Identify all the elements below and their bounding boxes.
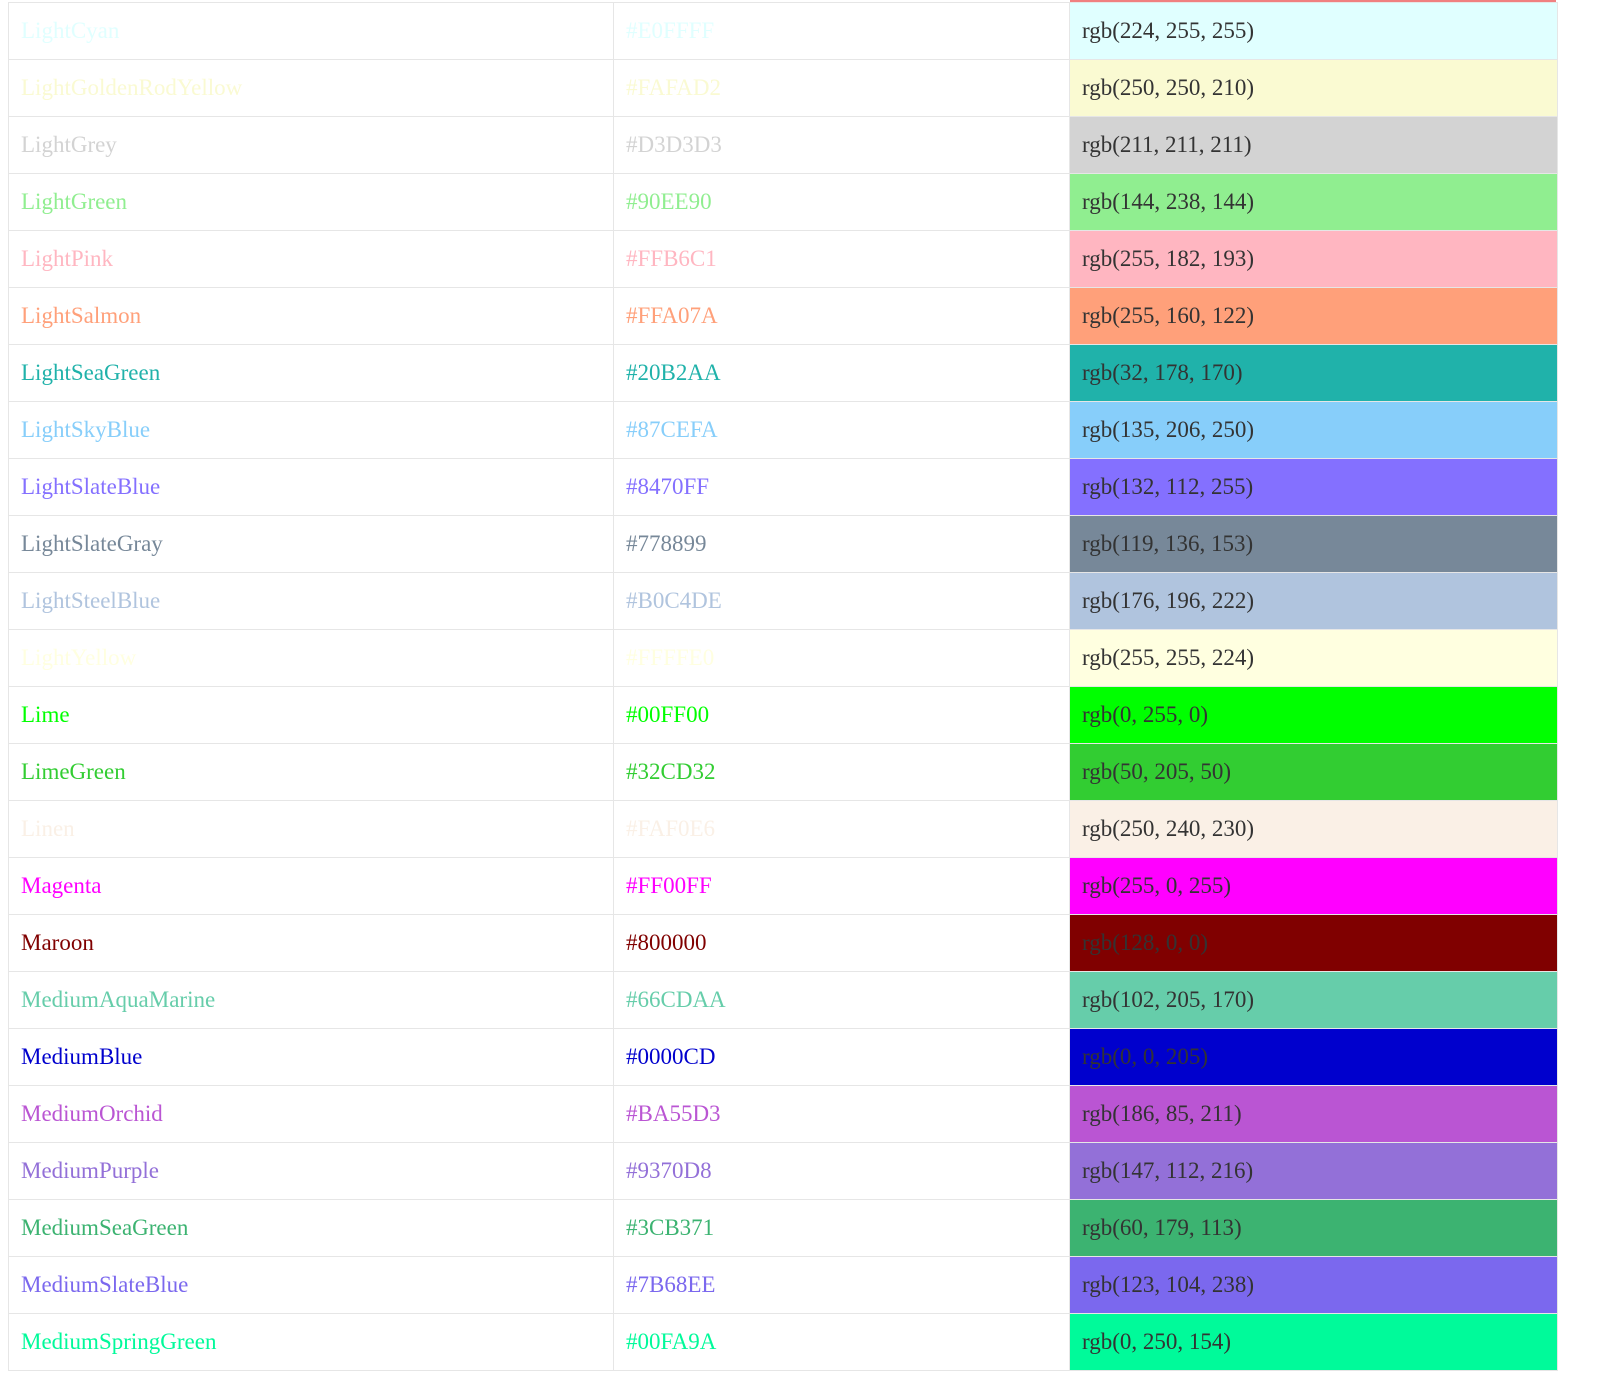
color-table-body: LightCyan #E0FFFF rgb(224, 255, 255) LightG… — [8, 2, 1558, 1371]
table-row: LightSkyBlue #87CEFA rgb(135, 206, 250) — [8, 401, 1558, 459]
color-rgb-swatch-cell: rgb(255, 0, 255) — [1069, 857, 1558, 915]
table-row: MediumAquaMarine #66CDAA rgb(102, 205, 170… — [8, 971, 1558, 1029]
table-row: MediumSeaGreen #3CB371 rgb(60, 179, 113) — [8, 1199, 1558, 1257]
color-rgb-swatch-cell: rgb(250, 240, 230) — [1069, 800, 1558, 858]
color-name-cell: LightPink — [8, 230, 614, 288]
color-name-cell: LightSkyBlue — [8, 401, 614, 459]
color-hex-cell: #66CDAA — [613, 971, 1070, 1029]
color-hex-cell: #0000CD — [613, 1028, 1070, 1086]
color-name-cell: LimeGreen — [8, 743, 614, 801]
color-name-cell: MediumPurple — [8, 1142, 614, 1200]
color-name-cell: MediumOrchid — [8, 1085, 614, 1143]
table-row: LightGoldenRodYellow #FAFAD2 rgb(250, 250,… — [8, 59, 1558, 117]
color-rgb-swatch-cell: rgb(123, 104, 238) — [1069, 1256, 1558, 1314]
color-name-cell: Linen — [8, 800, 614, 858]
color-name-cell: MediumAquaMarine — [8, 971, 614, 1029]
color-rgb-swatch-cell: rgb(186, 85, 211) — [1069, 1085, 1558, 1143]
color-hex-cell: #90EE90 — [613, 173, 1070, 231]
color-name-cell: LightGreen — [8, 173, 614, 231]
table-row: Linen #FAF0E6 rgb(250, 240, 230) — [8, 800, 1558, 858]
color-rgb-swatch-cell: rgb(255, 160, 122) — [1069, 287, 1558, 345]
color-name-cell: Lime — [8, 686, 614, 744]
color-hex-cell: #FF00FF — [613, 857, 1070, 915]
color-rgb-swatch-cell: rgb(147, 112, 216) — [1069, 1142, 1558, 1200]
color-table: LightCyan #E0FFFF rgb(224, 255, 255) LightG… — [8, 2, 1558, 1371]
color-name-cell: MediumSeaGreen — [8, 1199, 614, 1257]
color-hex-cell: #E0FFFF — [613, 2, 1070, 60]
table-row: Magenta #FF00FF rgb(255, 0, 255) — [8, 857, 1558, 915]
color-name-cell: LightSalmon — [8, 287, 614, 345]
color-name-cell: LightCyan — [8, 2, 614, 60]
color-rgb-swatch-cell: rgb(128, 0, 0) — [1069, 914, 1558, 972]
table-row: LightSalmon #FFA07A rgb(255, 160, 122) — [8, 287, 1558, 345]
table-row: MediumOrchid #BA55D3 rgb(186, 85, 211) — [8, 1085, 1558, 1143]
color-hex-cell: #32CD32 — [613, 743, 1070, 801]
color-name-cell: LightSteelBlue — [8, 572, 614, 630]
table-row: LightPink #FFB6C1 rgb(255, 182, 193) — [8, 230, 1558, 288]
color-name-cell: Maroon — [8, 914, 614, 972]
color-rgb-swatch-cell: rgb(211, 211, 211) — [1069, 116, 1558, 174]
color-name-cell: LightSeaGreen — [8, 344, 614, 402]
color-name-cell: Magenta — [8, 857, 614, 915]
color-rgb-swatch-cell: rgb(0, 0, 205) — [1069, 1028, 1558, 1086]
table-row: LightSlateBlue #8470FF rgb(132, 112, 255) — [8, 458, 1558, 516]
color-hex-cell: #FFA07A — [613, 287, 1070, 345]
color-name-cell: LightSlateGray — [8, 515, 614, 573]
color-hex-cell: #B0C4DE — [613, 572, 1070, 630]
table-row: LightGrey #D3D3D3 rgb(211, 211, 211) — [8, 116, 1558, 174]
color-rgb-swatch-cell: rgb(255, 182, 193) — [1069, 230, 1558, 288]
color-hex-cell: #D3D3D3 — [613, 116, 1070, 174]
table-row: MediumBlue #0000CD rgb(0, 0, 205) — [8, 1028, 1558, 1086]
table-row: LightGreen #90EE90 rgb(144, 238, 144) — [8, 173, 1558, 231]
color-rgb-swatch-cell: rgb(255, 255, 224) — [1069, 629, 1558, 687]
color-rgb-swatch-cell: rgb(250, 250, 210) — [1069, 59, 1558, 117]
table-row: LightSteelBlue #B0C4DE rgb(176, 196, 222) — [8, 572, 1558, 630]
table-row: MediumPurple #9370D8 rgb(147, 112, 216) — [8, 1142, 1558, 1200]
color-rgb-swatch-cell: rgb(60, 179, 113) — [1069, 1199, 1558, 1257]
color-rgb-swatch-cell: rgb(32, 178, 170) — [1069, 344, 1558, 402]
color-rgb-swatch-cell: rgb(144, 238, 144) — [1069, 173, 1558, 231]
color-rgb-swatch-cell: rgb(102, 205, 170) — [1069, 971, 1558, 1029]
color-hex-cell: #FFFFE0 — [613, 629, 1070, 687]
color-hex-cell: #800000 — [613, 914, 1070, 972]
table-row: MediumSlateBlue #7B68EE rgb(123, 104, 238) — [8, 1256, 1558, 1314]
table-row: LimeGreen #32CD32 rgb(50, 205, 50) — [8, 743, 1558, 801]
table-row: LightCyan #E0FFFF rgb(224, 255, 255) — [8, 2, 1558, 60]
color-rgb-swatch-cell: rgb(119, 136, 153) — [1069, 515, 1558, 573]
table-row: MediumSpringGreen #00FA9A rgb(0, 250, 154) — [8, 1313, 1558, 1371]
color-hex-cell: #778899 — [613, 515, 1070, 573]
color-rgb-swatch-cell: rgb(0, 255, 0) — [1069, 686, 1558, 744]
color-hex-cell: #87CEFA — [613, 401, 1070, 459]
color-name-cell: MediumSpringGreen — [8, 1313, 614, 1371]
color-name-cell: MediumBlue — [8, 1028, 614, 1086]
color-name-cell: LightYellow — [8, 629, 614, 687]
color-hex-cell: #20B2AA — [613, 344, 1070, 402]
table-row: LightYellow #FFFFE0 rgb(255, 255, 224) — [8, 629, 1558, 687]
color-rgb-swatch-cell: rgb(50, 205, 50) — [1069, 743, 1558, 801]
color-hex-cell: #BA55D3 — [613, 1085, 1070, 1143]
color-hex-cell: #7B68EE — [613, 1256, 1070, 1314]
color-hex-cell: #8470FF — [613, 458, 1070, 516]
table-row: LightSeaGreen #20B2AA rgb(32, 178, 170) — [8, 344, 1558, 402]
color-name-cell: LightGoldenRodYellow — [8, 59, 614, 117]
color-rgb-swatch-cell: rgb(132, 112, 255) — [1069, 458, 1558, 516]
color-rgb-swatch-cell: rgb(224, 255, 255) — [1069, 2, 1558, 60]
color-hex-cell: #3CB371 — [613, 1199, 1070, 1257]
color-hex-cell: #00FA9A — [613, 1313, 1070, 1371]
color-name-cell: MediumSlateBlue — [8, 1256, 614, 1314]
table-row: Maroon #800000 rgb(128, 0, 0) — [8, 914, 1558, 972]
color-hex-cell: #9370D8 — [613, 1142, 1070, 1200]
table-row: Lime #00FF00 rgb(0, 255, 0) — [8, 686, 1558, 744]
color-rgb-swatch-cell: rgb(135, 206, 250) — [1069, 401, 1558, 459]
color-rgb-swatch-cell: rgb(176, 196, 222) — [1069, 572, 1558, 630]
color-name-cell: LightSlateBlue — [8, 458, 614, 516]
color-hex-cell: #00FF00 — [613, 686, 1070, 744]
color-hex-cell: #FFB6C1 — [613, 230, 1070, 288]
color-name-cell: LightGrey — [8, 116, 614, 174]
color-hex-cell: #FAFAD2 — [613, 59, 1070, 117]
color-hex-cell: #FAF0E6 — [613, 800, 1070, 858]
table-row: LightSlateGray #778899 rgb(119, 136, 153) — [8, 515, 1558, 573]
color-rgb-swatch-cell: rgb(0, 250, 154) — [1069, 1313, 1558, 1371]
